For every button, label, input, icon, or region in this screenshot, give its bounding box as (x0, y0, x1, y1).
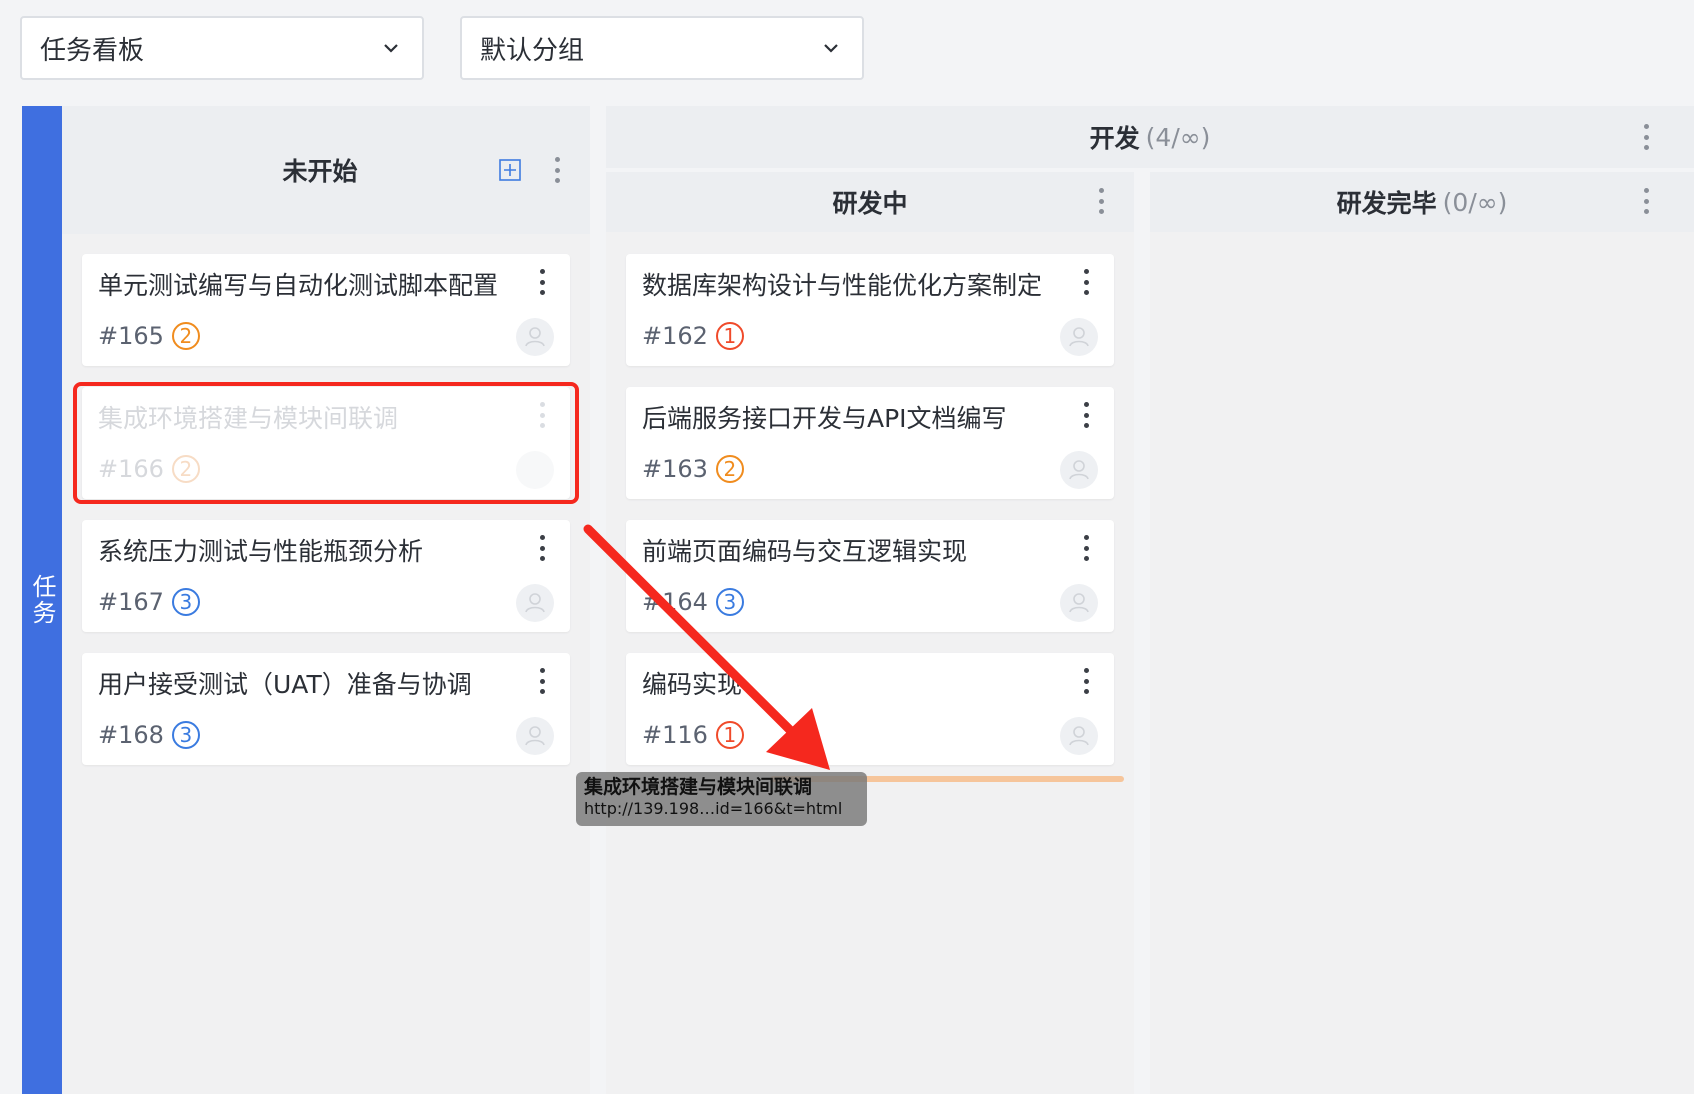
card-menu-icon[interactable] (1083, 269, 1089, 295)
swimlane-label[interactable]: 任务 (22, 106, 62, 1094)
card-id: #165 (98, 322, 164, 350)
board-select[interactable]: 任务看板 (20, 16, 424, 80)
column-group-header-dev: 开发 (4/∞) (606, 106, 1694, 168)
card-title: 系统压力测试与性能瓶颈分析 (98, 537, 424, 566)
priority-badge: 3 (715, 588, 744, 616)
card-meta: #162 1 (642, 322, 744, 350)
assignee-avatar-icon[interactable] (1060, 318, 1098, 356)
column-group-menu-icon[interactable] (1643, 124, 1649, 150)
task-card-167[interactable]: 系统压力测试与性能瓶颈分析 #167 3 (82, 520, 570, 632)
priority-badge: 3 (171, 721, 200, 749)
card-title: 前端页面编码与交互逻辑实现 (642, 537, 968, 566)
card-menu-icon[interactable] (1083, 535, 1089, 561)
task-card-116[interactable]: 编码实现 #116 1 (626, 653, 1114, 765)
card-id: #167 (98, 588, 164, 616)
card-title: 用户接受测试（UAT）准备与协调 (98, 670, 472, 699)
column-dev-done (1150, 172, 1694, 1094)
chevron-down-icon (384, 44, 398, 53)
card-id: #168 (98, 721, 164, 749)
column-menu-icon[interactable] (554, 157, 560, 183)
column-count: (0/∞) (1442, 187, 1508, 217)
card-title: 后端服务接口开发与API文档编写 (642, 404, 1007, 433)
assignee-avatar-icon[interactable] (516, 717, 554, 755)
assignee-avatar-icon[interactable] (1060, 451, 1098, 489)
card-menu-icon[interactable] (539, 269, 545, 295)
card-menu-icon[interactable] (539, 535, 545, 561)
column-menu-icon[interactable] (1643, 188, 1649, 214)
card-id: #163 (642, 455, 708, 483)
drag-preview-title: 集成环境搭建与模块间联调 (584, 776, 813, 798)
card-meta: #116 1 (642, 721, 744, 749)
group-select[interactable]: 默认分组 (460, 16, 864, 80)
card-meta: #164 3 (642, 588, 744, 616)
column-group-count: (4/∞) (1145, 122, 1211, 152)
card-title: 数据库架构设计与性能优化方案制定 (642, 271, 1043, 300)
priority-badge: 3 (171, 588, 200, 616)
drag-preview-url: http://139.198…id=166&t=html (584, 799, 843, 818)
chevron-down-icon (824, 44, 838, 53)
drag-preview-tooltip: 集成环境搭建与模块间联调 http://139.198…id=166&t=htm… (576, 772, 867, 826)
assignee-avatar-icon[interactable] (516, 584, 554, 622)
group-select-value: 默认分组 (480, 35, 585, 66)
column-header-dev-done: 研发完毕 (0/∞) (1150, 172, 1694, 232)
assignee-avatar-icon[interactable] (1060, 584, 1098, 622)
board-select-value: 任务看板 (40, 35, 145, 66)
column-menu-icon[interactable] (1098, 188, 1104, 214)
card-id: #116 (642, 721, 708, 749)
priority-badge: 1 (715, 322, 744, 350)
plus-square-icon[interactable] (499, 159, 521, 181)
column-title: 研发完毕 (1336, 189, 1437, 218)
card-title: 单元测试编写与自动化测试脚本配置 (98, 271, 499, 300)
card-meta: #167 3 (98, 588, 200, 616)
priority-badge: 2 (715, 455, 744, 483)
column-title: 研发中 (832, 189, 908, 218)
task-card-163[interactable]: 后端服务接口开发与API文档编写 #163 2 (626, 387, 1114, 499)
priority-badge: 1 (715, 721, 744, 749)
assignee-avatar-icon[interactable] (516, 318, 554, 356)
card-id: #162 (642, 322, 708, 350)
column-group-title: 开发 (1089, 124, 1140, 153)
card-menu-icon[interactable] (1083, 402, 1089, 428)
column-title: 未开始 (282, 157, 358, 186)
card-title: 编码实现 (642, 670, 743, 699)
card-meta: #163 2 (642, 455, 744, 483)
task-card-162[interactable]: 数据库架构设计与性能优化方案制定 #162 1 (626, 254, 1114, 366)
task-card-168[interactable]: 用户接受测试（UAT）准备与协调 #168 3 (82, 653, 570, 765)
card-menu-icon[interactable] (1083, 668, 1089, 694)
priority-badge: 2 (171, 322, 200, 350)
task-card-165[interactable]: 单元测试编写与自动化测试脚本配置 #165 2 (82, 254, 570, 366)
card-id: #164 (642, 588, 708, 616)
assignee-avatar-icon[interactable] (1060, 717, 1098, 755)
card-menu-icon[interactable] (539, 668, 545, 694)
task-card-164[interactable]: 前端页面编码与交互逻辑实现 #164 3 (626, 520, 1114, 632)
card-meta: #168 3 (98, 721, 200, 749)
card-meta: #165 2 (98, 322, 200, 350)
column-header-in-dev: 研发中 (606, 172, 1134, 232)
highlight-annotation-box (73, 382, 579, 504)
